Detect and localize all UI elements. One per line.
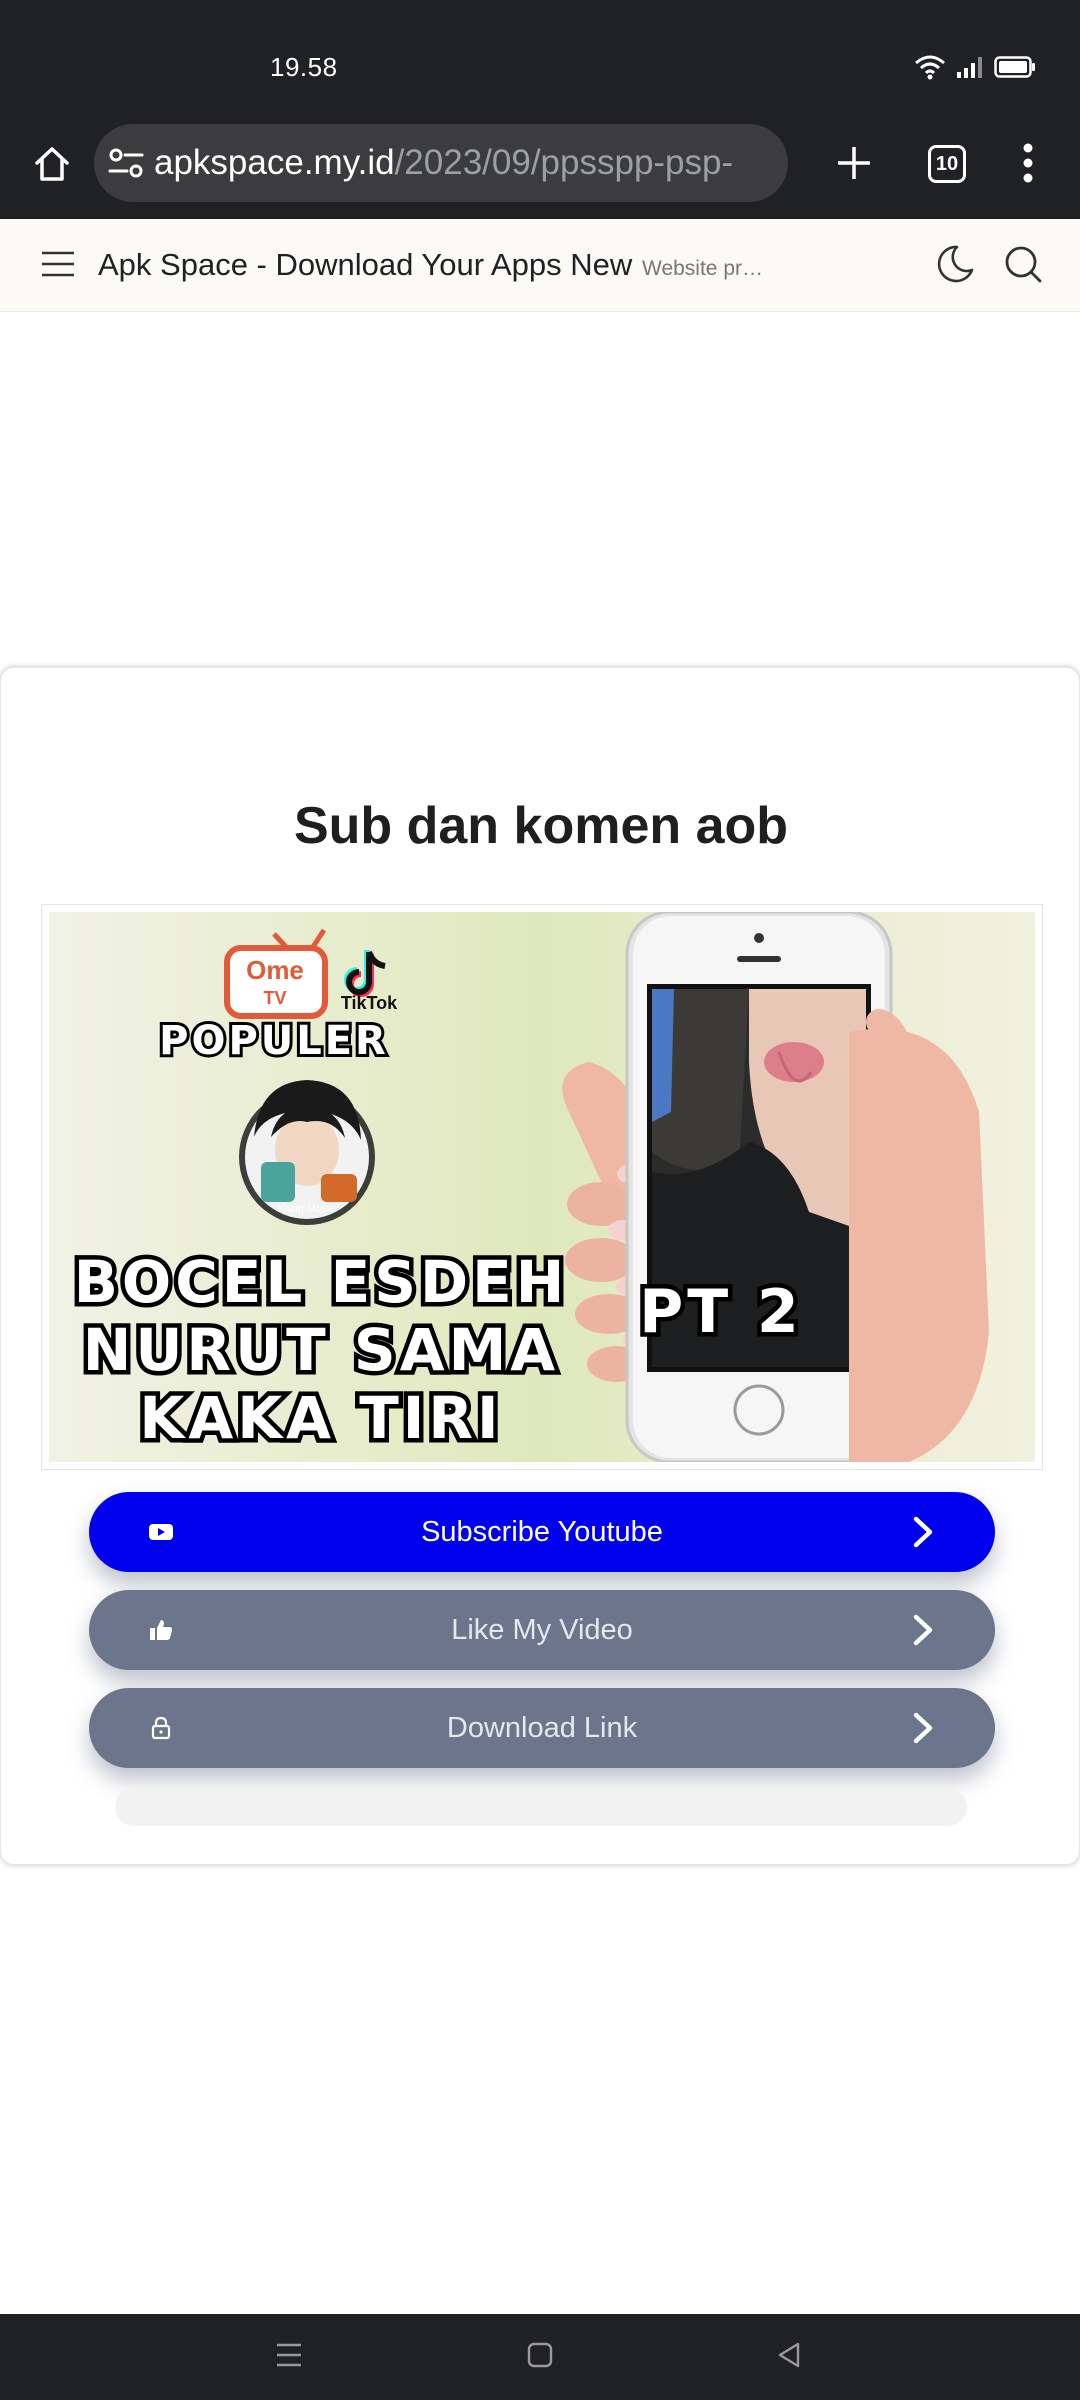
svg-text:NURUT SAMA: NURUT SAMA [83, 1316, 559, 1384]
svg-text:Ome: Ome [246, 955, 304, 985]
square-icon [527, 2342, 553, 2373]
menu-button[interactable] [38, 246, 78, 286]
back-triangle-icon [776, 2341, 802, 2374]
thumbs-up-icon [147, 1616, 175, 1644]
svg-text:KAKA TIRI: KAKA TIRI [139, 1384, 502, 1452]
download-link-button[interactable]: Download Link [89, 1688, 995, 1768]
video-thumbnail-frame[interactable]: Ome TV TikTok POPULER Kang Movie BOCEL E… [41, 904, 1043, 1470]
recent-apps-button[interactable] [266, 2334, 312, 2380]
more-vert-icon [1022, 143, 1034, 188]
signal-icon [956, 55, 984, 84]
like-video-button[interactable]: Like My Video [89, 1590, 995, 1670]
progress-track [115, 1788, 967, 1826]
site-title[interactable]: Apk Space - Download Your Apps New [98, 247, 632, 283]
wifi-icon [914, 54, 946, 85]
home-nav-button[interactable] [517, 2334, 563, 2380]
status-time: 19.58 [270, 52, 338, 82]
popup-card: Sub dan komen aob Ome TV TikTok POPULER … [0, 667, 1080, 1865]
tab-switcher-button[interactable]: 10 [928, 145, 966, 183]
cartoon-avatar: Kang Movie [239, 1080, 375, 1225]
search-icon [1003, 244, 1043, 289]
phone-in-hand-illustration [562, 912, 989, 1462]
home-button[interactable] [22, 136, 82, 196]
svg-text:TV: TV [263, 988, 286, 1008]
video-thumbnail[interactable]: Ome TV TikTok POPULER Kang Movie BOCEL E… [49, 912, 1035, 1462]
site-header: Apk Space - Download Your Apps New Websi… [0, 219, 1080, 312]
moon-icon [935, 244, 975, 289]
url-path: /2023/09/ppsspp-psp- [394, 143, 734, 182]
dark-mode-toggle[interactable] [932, 243, 978, 289]
populer-label: POPULER [159, 1018, 389, 1064]
battery-icon [994, 56, 1036, 83]
home-icon [32, 144, 72, 189]
site-info-icon[interactable] [106, 143, 146, 183]
status-icons [914, 54, 1036, 85]
thumbnail-headline: BOCEL ESDEH NURUT SAMA KAKA TIRI [69, 1244, 569, 1457]
like-video-label: Like My Video [451, 1613, 633, 1646]
subscribe-youtube-label: Subscribe Youtube [421, 1515, 663, 1548]
site-tagline: Website pr… [642, 257, 763, 280]
svg-text:TikTok: TikTok [341, 993, 398, 1013]
back-button[interactable] [766, 2334, 812, 2380]
url-text: apkspace.my.id/2023/09/ppsspp-psp- [154, 143, 733, 183]
address-bar[interactable]: apkspace.my.id/2023/09/ppsspp-psp- [94, 124, 788, 202]
youtube-icon [147, 1518, 175, 1546]
url-host: apkspace.my.id [154, 143, 395, 182]
browser-toolbar: apkspace.my.id/2023/09/ppsspp-psp- 10 [0, 115, 1080, 219]
overflow-menu-button[interactable] [1008, 133, 1048, 197]
tiktok-logo: TikTok [341, 950, 398, 1013]
chevron-right-icon [907, 1712, 939, 1744]
chevron-right-icon [907, 1614, 939, 1646]
popup-title: Sub dan komen aob [293, 797, 789, 855]
search-button[interactable] [1000, 243, 1046, 289]
status-bar: 19.58 [0, 0, 1080, 115]
download-link-label: Download Link [446, 1711, 638, 1744]
lock-icon [147, 1714, 175, 1742]
svg-text:BOCEL ESDEH: BOCEL ESDEH [74, 1248, 569, 1316]
ometv-logo: Ome TV [224, 928, 328, 1019]
svg-text:Kang Movie: Kang Movie [278, 1203, 336, 1215]
chevron-right-icon [907, 1516, 939, 1548]
system-navigation-bar [0, 2314, 1080, 2400]
plus-icon [836, 145, 872, 186]
subscribe-youtube-button[interactable]: Subscribe Youtube [89, 1492, 995, 1572]
new-tab-button[interactable] [822, 133, 886, 197]
recents-icon [274, 2342, 304, 2373]
hamburger-icon [41, 250, 75, 283]
part-label: PT 2 [639, 1277, 803, 1347]
